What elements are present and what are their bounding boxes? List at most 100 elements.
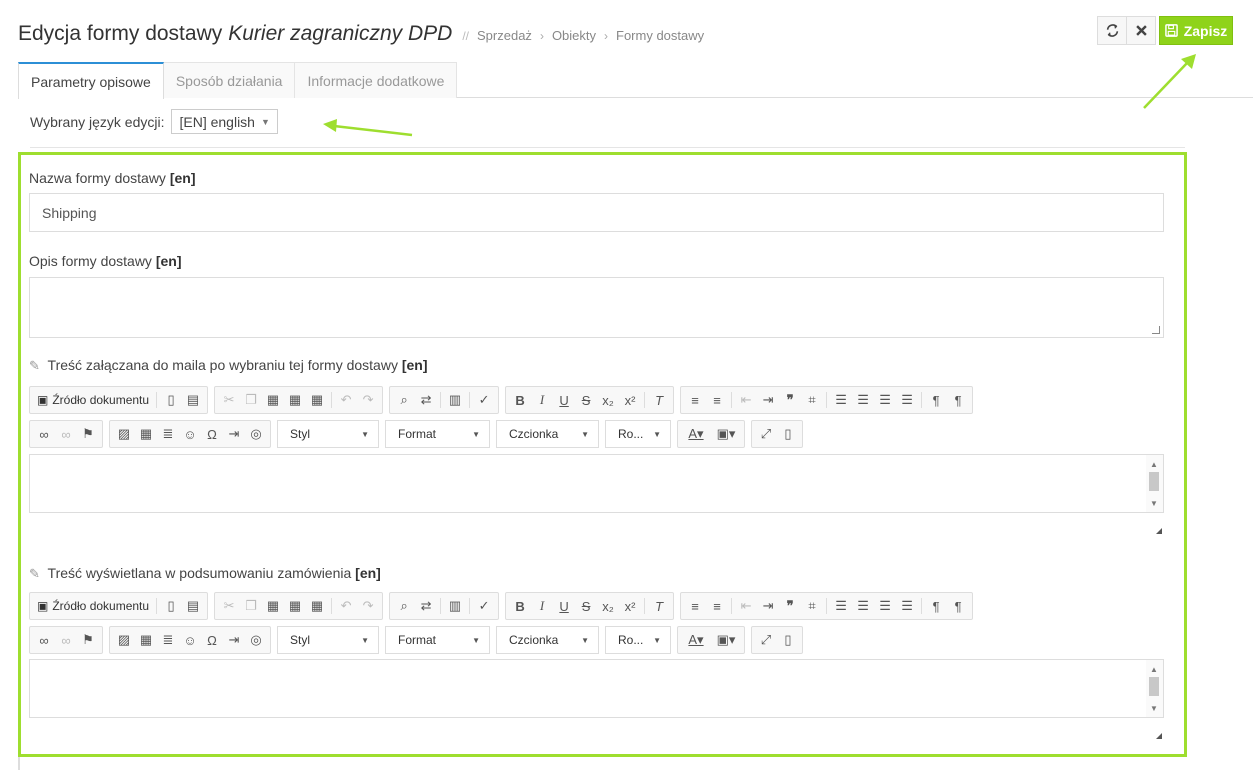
name-input[interactable]: Shipping <box>29 193 1164 232</box>
save-button[interactable]: Zapisz <box>1159 16 1233 45</box>
new-page-icon[interactable]: ▯ <box>160 389 182 411</box>
new-page-icon[interactable]: ▯ <box>160 595 182 617</box>
align-right-icon[interactable]: ☰ <box>874 389 896 411</box>
copy-icon[interactable]: ❐ <box>240 595 262 617</box>
language-select[interactable]: [EN] english ▼ <box>171 109 278 134</box>
superscript-icon[interactable]: x² <box>619 389 641 411</box>
indent-icon[interactable]: ⇥ <box>757 389 779 411</box>
paste-word-icon[interactable]: ▦ <box>306 389 328 411</box>
summary-editor-area[interactable]: ▲ ▼ <box>29 659 1164 718</box>
div-icon[interactable]: ⌗ <box>801 595 823 617</box>
page-break-icon[interactable]: ⇥ <box>223 629 245 651</box>
align-left-icon[interactable]: ☰ <box>830 595 852 617</box>
bg-color-icon[interactable]: ▣▾ <box>711 423 741 445</box>
indent-icon[interactable]: ⇥ <box>757 595 779 617</box>
subscript-icon[interactable]: x₂ <box>597 595 619 617</box>
scroll-up-icon[interactable]: ▲ <box>1150 665 1158 674</box>
redo-icon[interactable]: ↷ <box>357 389 379 411</box>
justify-icon[interactable]: ☰ <box>896 389 918 411</box>
show-blocks-icon[interactable]: ▯ <box>777 423 799 445</box>
underline-icon[interactable]: U <box>553 389 575 411</box>
table-icon[interactable]: ▦ <box>135 629 157 651</box>
outdent-icon[interactable]: ⇤ <box>735 389 757 411</box>
tab-operation-mode[interactable]: Sposób działania <box>162 62 296 98</box>
horizontal-line-icon[interactable]: ≣ <box>157 423 179 445</box>
redo-icon[interactable]: ↷ <box>357 595 379 617</box>
desc-textarea[interactable] <box>29 277 1164 338</box>
copy-icon[interactable]: ❐ <box>240 389 262 411</box>
page-break-icon[interactable]: ⇥ <box>223 423 245 445</box>
cut-icon[interactable]: ✂ <box>218 389 240 411</box>
special-char-icon[interactable]: Ω <box>201 629 223 651</box>
rtl-icon[interactable]: ¶ <box>947 389 969 411</box>
italic-icon[interactable]: I <box>531 389 553 411</box>
cut-icon[interactable]: ✂ <box>218 595 240 617</box>
style-dropdown[interactable]: Styl ▼ <box>277 420 379 448</box>
source-button[interactable]: ▣ Źródło dokumentu <box>33 599 153 613</box>
align-center-icon[interactable]: ☰ <box>852 595 874 617</box>
bold-icon[interactable]: B <box>509 389 531 411</box>
unlink-icon[interactable]: ∞ <box>55 629 77 651</box>
blockquote-icon[interactable]: ❞ <box>779 389 801 411</box>
div-icon[interactable]: ⌗ <box>801 389 823 411</box>
undo-icon[interactable]: ↶ <box>335 595 357 617</box>
bold-icon[interactable]: B <box>509 595 531 617</box>
paste-text-icon[interactable]: ▦ <box>284 389 306 411</box>
search-icon[interactable]: ⌕ <box>393 389 415 411</box>
align-center-icon[interactable]: ☰ <box>852 389 874 411</box>
undo-icon[interactable]: ↶ <box>335 389 357 411</box>
table-icon[interactable]: ▦ <box>135 423 157 445</box>
mail-editor-area[interactable]: ▲ ▼ <box>29 454 1164 513</box>
select-all-icon[interactable]: ▥ <box>444 595 466 617</box>
tab-additional-info[interactable]: Informacje dodatkowe <box>294 62 458 98</box>
smiley-icon[interactable]: ☺ <box>179 629 201 651</box>
strike-icon[interactable]: S <box>575 595 597 617</box>
bg-color-icon[interactable]: ▣▾ <box>711 629 741 651</box>
anchor-flag-icon[interactable]: ⚑ <box>77 423 99 445</box>
unlink-icon[interactable]: ∞ <box>55 423 77 445</box>
paste-icon[interactable]: ▦ <box>262 389 284 411</box>
underline-icon[interactable]: U <box>553 595 575 617</box>
iframe-icon[interactable]: ◎ <box>245 629 267 651</box>
image-icon[interactable]: ▨ <box>113 423 135 445</box>
superscript-icon[interactable]: x² <box>619 595 641 617</box>
refresh-button[interactable] <box>1097 16 1127 45</box>
text-color-icon[interactable]: A▾ <box>681 423 711 445</box>
tab-descriptive-params[interactable]: Parametry opisowe <box>18 62 164 99</box>
scroll-down-icon[interactable]: ▼ <box>1150 704 1158 713</box>
breadcrumb-item-objects[interactable]: Obiekty <box>552 28 596 43</box>
italic-icon[interactable]: I <box>531 595 553 617</box>
align-left-icon[interactable]: ☰ <box>830 389 852 411</box>
select-all-icon[interactable]: ▥ <box>444 389 466 411</box>
font-dropdown[interactable]: Czcionka ▼ <box>496 420 599 448</box>
link-icon[interactable]: ∞ <box>33 423 55 445</box>
outdent-icon[interactable]: ⇤ <box>735 595 757 617</box>
scrollbar[interactable]: ▲ ▼ <box>1146 660 1163 717</box>
bullet-list-icon[interactable]: ≡ <box>706 595 728 617</box>
justify-icon[interactable]: ☰ <box>896 595 918 617</box>
ltr-icon[interactable]: ¶ <box>925 595 947 617</box>
numbered-list-icon[interactable]: ≡ <box>684 389 706 411</box>
text-color-icon[interactable]: A▾ <box>681 629 711 651</box>
scrollbar[interactable]: ▲ ▼ <box>1146 455 1163 512</box>
replace-icon[interactable]: ⇄ <box>415 595 437 617</box>
align-right-icon[interactable]: ☰ <box>874 595 896 617</box>
maximize-icon[interactable]: ⤢ <box>755 423 777 445</box>
anchor-flag-icon[interactable]: ⚑ <box>77 629 99 651</box>
replace-icon[interactable]: ⇄ <box>415 389 437 411</box>
spellcheck-icon[interactable]: ✓ <box>473 595 495 617</box>
scroll-down-icon[interactable]: ▼ <box>1150 499 1158 508</box>
ltr-icon[interactable]: ¶ <box>925 389 947 411</box>
blockquote-icon[interactable]: ❞ <box>779 595 801 617</box>
numbered-list-icon[interactable]: ≡ <box>684 595 706 617</box>
paste-text-icon[interactable]: ▦ <box>284 595 306 617</box>
paste-icon[interactable]: ▦ <box>262 595 284 617</box>
search-icon[interactable]: ⌕ <box>393 595 415 617</box>
resize-corner-icon[interactable] <box>1156 733 1162 739</box>
image-icon[interactable]: ▨ <box>113 629 135 651</box>
close-button[interactable] <box>1126 16 1156 45</box>
font-dropdown[interactable]: Czcionka ▼ <box>496 626 599 654</box>
style-dropdown[interactable]: Styl ▼ <box>277 626 379 654</box>
rtl-icon[interactable]: ¶ <box>947 595 969 617</box>
format-dropdown[interactable]: Format ▼ <box>385 420 490 448</box>
